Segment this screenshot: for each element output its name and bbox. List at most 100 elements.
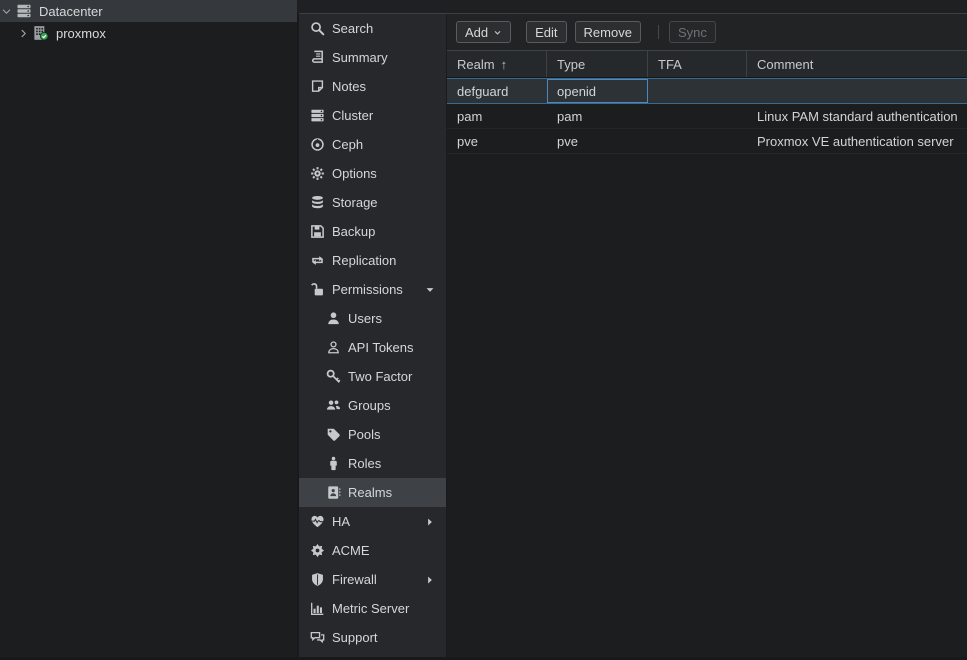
column-header-label: Realm	[457, 57, 495, 72]
sidebar-item-groups[interactable]: Groups	[299, 391, 446, 420]
config-menu: Search Summary Notes Cluster Ceph Options Stor…	[299, 14, 446, 657]
cell-type[interactable]: pam	[547, 104, 648, 128]
tree-node-label: proxmox	[56, 26, 106, 41]
group-collapsed-icon	[425, 575, 435, 585]
sync-button[interactable]: Sync	[669, 21, 716, 43]
column-header-label: TFA	[658, 57, 682, 72]
cell-comment[interactable]: Proxmox VE authentication server	[747, 129, 967, 153]
sidebar-item-notes[interactable]: Notes	[299, 72, 446, 101]
search-icon	[310, 21, 325, 36]
sidebar-item-label: Realms	[348, 485, 392, 500]
sidebar-item-backup[interactable]: Backup	[299, 217, 446, 246]
table-row-defguard[interactable]: defguardopenid	[447, 78, 967, 104]
sidebar-item-search[interactable]: Search	[299, 14, 446, 43]
sidebar-item-label: Notes	[332, 79, 366, 94]
server-rack-icon	[310, 108, 325, 123]
cell-type[interactable]: pve	[547, 129, 648, 153]
column-header-realm[interactable]: Realm ↑	[447, 51, 547, 77]
cell-realm[interactable]: pam	[447, 104, 547, 128]
table-row-pam[interactable]: pampam Linux PAM standard authentication	[447, 104, 967, 129]
sidebar-item-firewall[interactable]: Firewall	[299, 565, 446, 594]
sidebar-item-roles[interactable]: Roles	[299, 449, 446, 478]
sidebar-item-api-tokens[interactable]: API Tokens	[299, 333, 446, 362]
book-icon	[310, 50, 325, 65]
expander-right-icon[interactable]	[18, 28, 29, 39]
sidebar-item-two-factor[interactable]: Two Factor	[299, 362, 446, 391]
user-icon	[326, 311, 341, 326]
user-outline-icon	[326, 340, 341, 355]
sidebar-item-label: Ceph	[332, 137, 363, 152]
table-row-pve[interactable]: pvepve Proxmox VE authentication server	[447, 129, 967, 154]
datacenter-content-panel: Search Summary Notes Cluster Ceph Options Stor…	[299, 13, 967, 657]
sidebar-item-realms[interactable]: Realms	[299, 478, 446, 507]
sidebar-item-label: Groups	[348, 398, 391, 413]
sidebar-item-acme[interactable]: ACME	[299, 536, 446, 565]
edit-button[interactable]: Edit	[526, 21, 566, 43]
sidebar-item-options[interactable]: Options	[299, 159, 446, 188]
group-expanded-icon	[425, 285, 435, 295]
sidebar-item-label: Two Factor	[348, 369, 412, 384]
cell-comment[interactable]: Linux PAM standard authentication	[747, 104, 967, 128]
sidebar-item-summary[interactable]: Summary	[299, 43, 446, 72]
comments-icon	[310, 630, 325, 645]
sidebar-item-label: Cluster	[332, 108, 373, 123]
column-header-comment[interactable]: Comment	[747, 51, 967, 77]
cell-tfa[interactable]	[648, 129, 747, 153]
column-header-label: Type	[557, 57, 585, 72]
cell-tfa[interactable]	[648, 104, 747, 128]
sidebar-item-permissions[interactable]: Permissions	[299, 275, 446, 304]
sidebar-item-label: Replication	[332, 253, 396, 268]
sidebar-item-ha[interactable]: HA	[299, 507, 446, 536]
ceph-icon	[310, 137, 325, 152]
sidebar-item-label: Options	[332, 166, 377, 181]
sidebar-item-label: Firewall	[332, 572, 377, 587]
top-strip	[297, 0, 967, 13]
user-group-icon	[326, 398, 341, 413]
database-icon	[310, 195, 325, 210]
tree-node-datacenter[interactable]: Datacenter	[0, 0, 297, 22]
sidebar-item-cluster[interactable]: Cluster	[299, 101, 446, 130]
expander-down-icon[interactable]	[1, 6, 12, 17]
remove-button[interactable]: Remove	[575, 21, 641, 43]
sidebar-item-support[interactable]: Support	[299, 623, 446, 652]
column-header-type[interactable]: Type	[547, 51, 648, 77]
sidebar-item-label: Roles	[348, 456, 381, 471]
sidebar-item-pools[interactable]: Pools	[299, 420, 446, 449]
cell-comment[interactable]	[747, 79, 967, 103]
cell-realm[interactable]: pve	[447, 129, 547, 153]
sidebar-item-users[interactable]: Users	[299, 304, 446, 333]
edit-button-label: Edit	[535, 25, 557, 40]
chevron-down-icon	[493, 28, 502, 37]
tree-node-proxmox[interactable]: proxmox	[0, 22, 297, 44]
cell-type[interactable]: openid	[547, 79, 648, 103]
sidebar-item-label: Metric Server	[332, 601, 409, 616]
unlock-icon	[310, 282, 325, 297]
sidebar-item-replication[interactable]: Replication	[299, 246, 446, 275]
column-header-tfa[interactable]: TFA	[648, 51, 747, 77]
add-button[interactable]: Add	[456, 21, 511, 43]
sync-button-label: Sync	[678, 25, 707, 40]
sort-ascending-icon: ↑	[501, 57, 508, 72]
sidebar-item-storage[interactable]: Storage	[299, 188, 446, 217]
floppy-icon	[310, 224, 325, 239]
tree-node-label: Datacenter	[39, 4, 103, 19]
cell-tfa[interactable]	[648, 79, 747, 103]
sidebar-item-metric-server[interactable]: Metric Server	[299, 594, 446, 623]
sidebar-item-label: Search	[332, 21, 373, 36]
sidebar-item-ceph[interactable]: Ceph	[299, 130, 446, 159]
bar-chart-icon	[310, 601, 325, 616]
add-button-label: Add	[465, 25, 488, 40]
group-collapsed-icon	[425, 517, 435, 527]
cell-realm[interactable]: defguard	[447, 79, 547, 103]
sidebar-item-label: Backup	[332, 224, 375, 239]
sidebar-item-label: Support	[332, 630, 378, 645]
sidebar-item-label: Pools	[348, 427, 381, 442]
toolbar-separator	[658, 25, 659, 39]
column-header-label: Comment	[757, 57, 813, 72]
sidebar-item-label: HA	[332, 514, 350, 529]
toolbar: Add Edit Remove Sync	[447, 14, 967, 50]
sidebar-item-label: Users	[348, 311, 382, 326]
address-book-icon	[326, 485, 341, 500]
heartbeat-icon	[310, 514, 325, 529]
sidebar-item-label: Storage	[332, 195, 378, 210]
